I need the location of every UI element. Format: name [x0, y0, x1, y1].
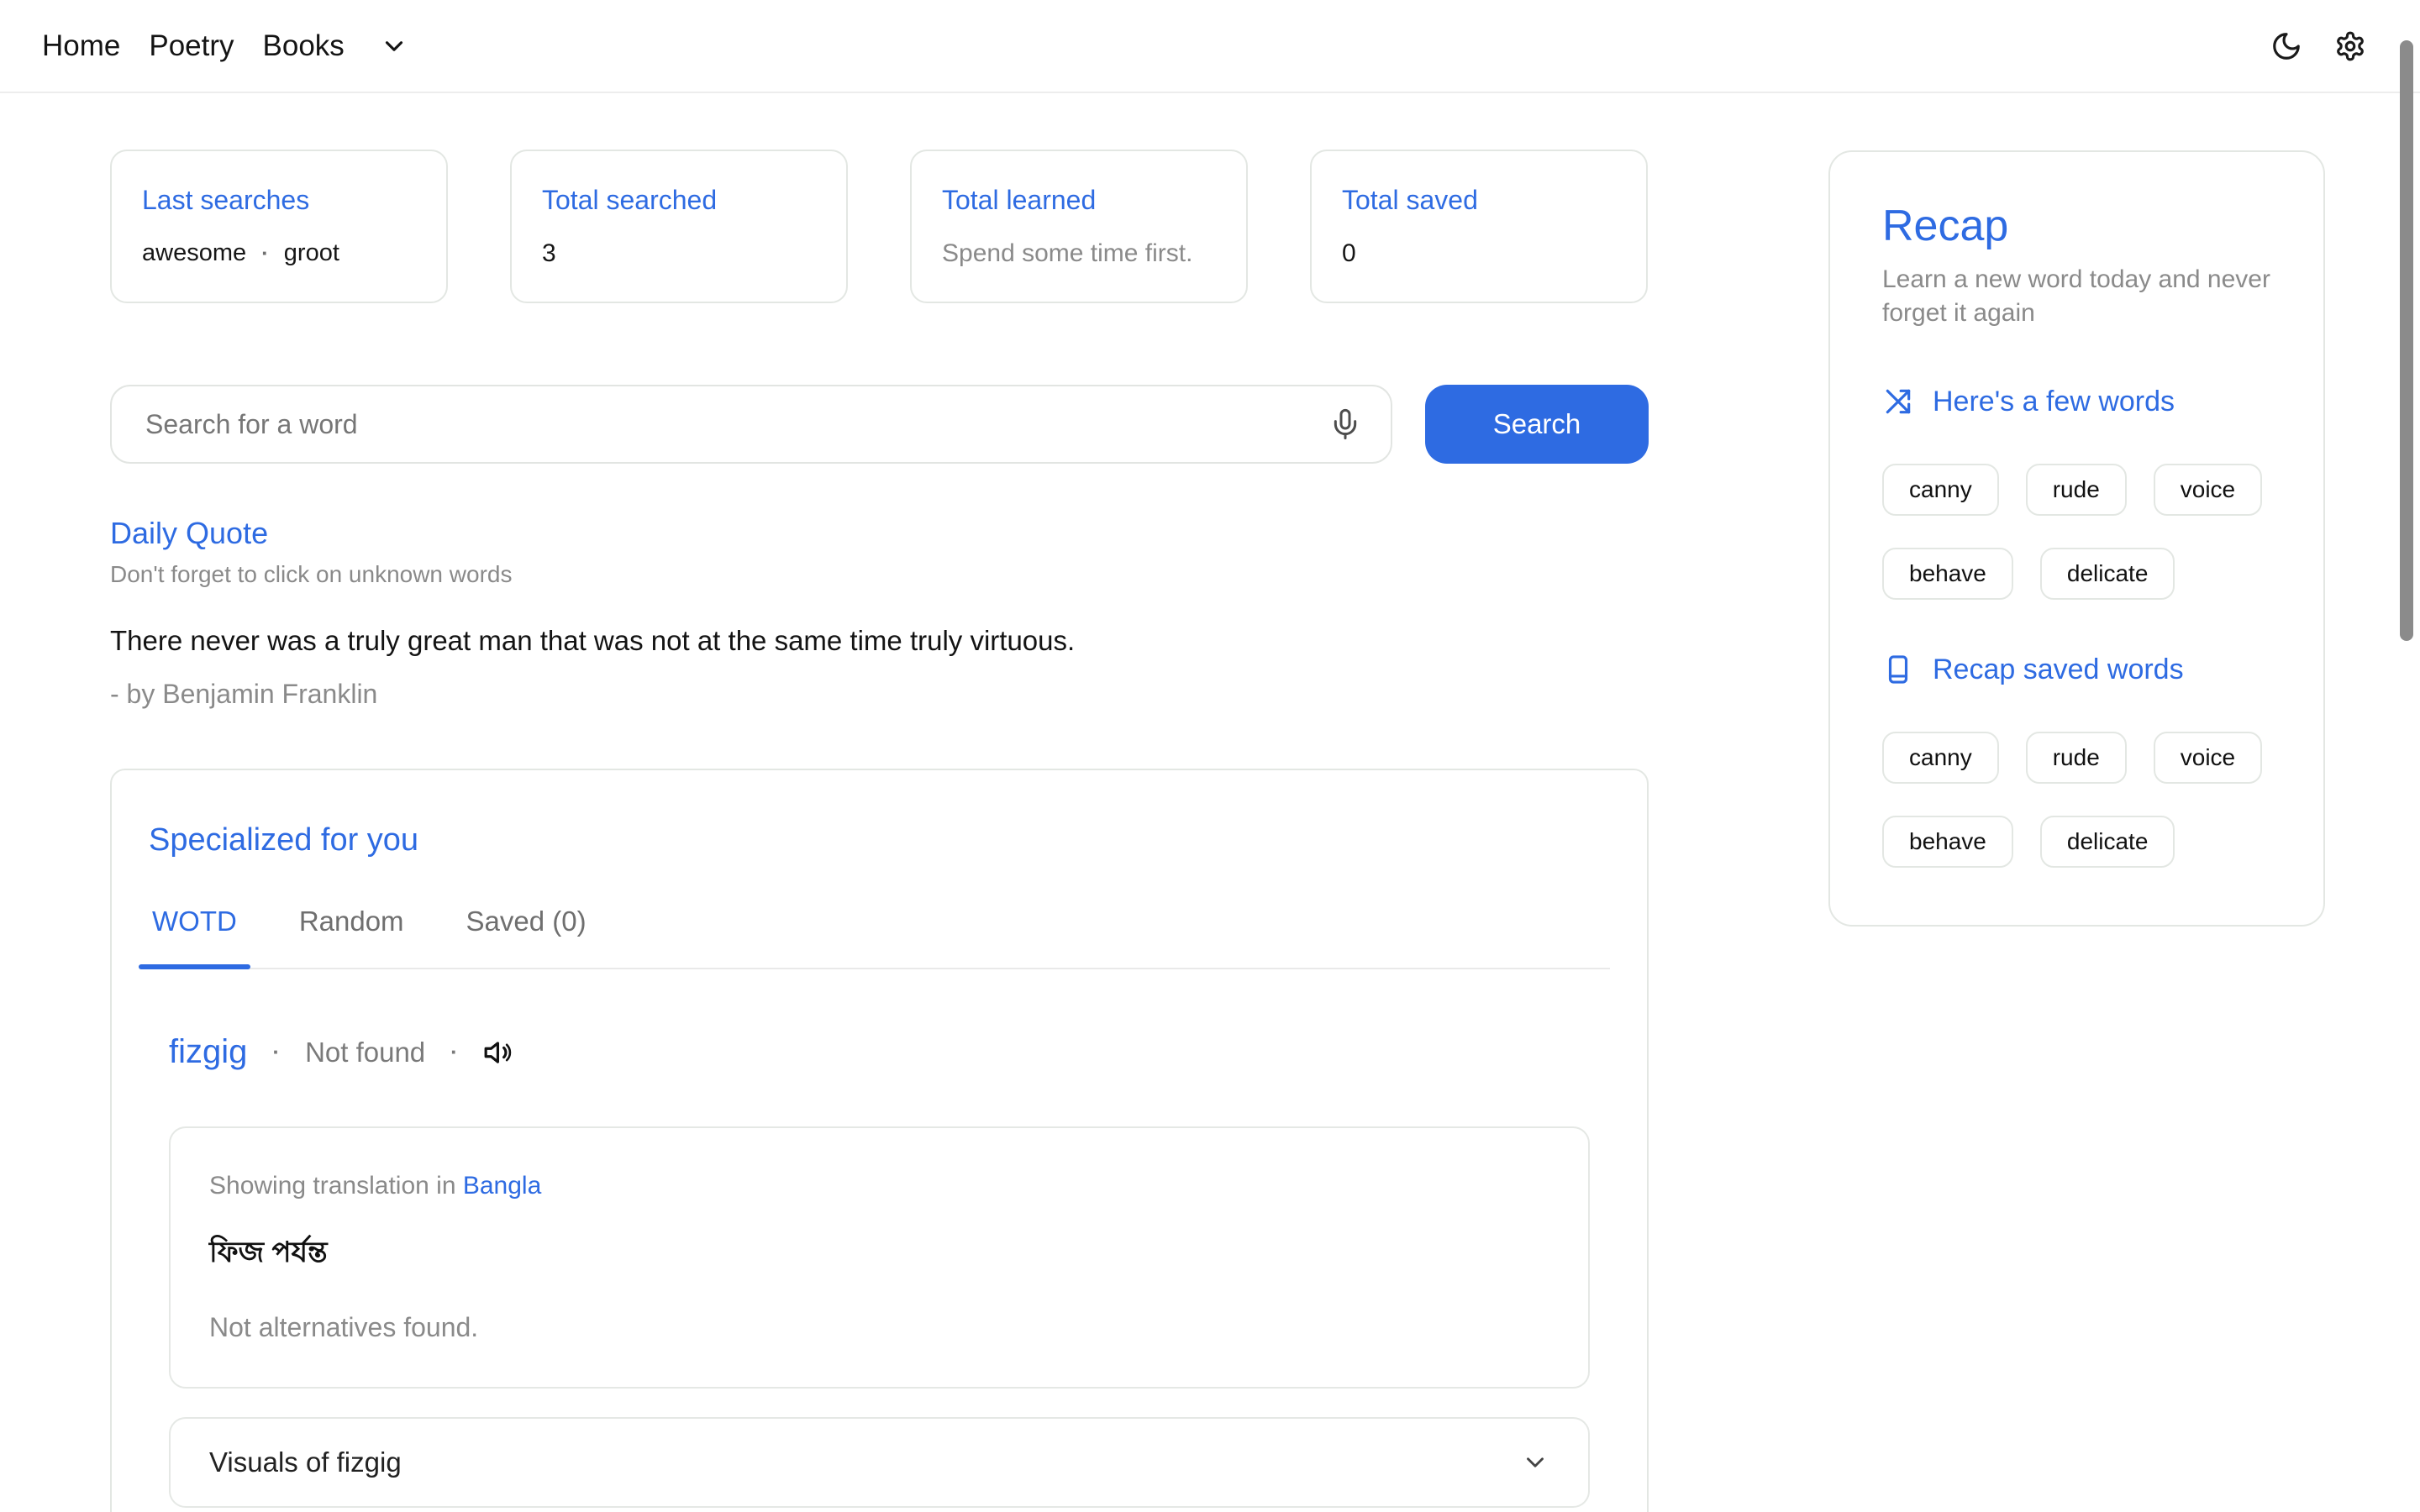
last-search-word[interactable]: awesome	[142, 239, 246, 267]
tab-random[interactable]: Random	[299, 906, 404, 968]
stat-title: Total searched	[542, 185, 816, 216]
nav-item-poetry[interactable]: Poetry	[149, 29, 234, 63]
stat-title: Total learned	[942, 185, 1216, 216]
top-navigation-bar: Home Poetry Books	[0, 0, 2420, 93]
saved-words-chips: canny rude voice behave delicate	[1882, 732, 2273, 868]
word-title[interactable]: fizgig	[169, 1033, 247, 1071]
quote-author: - by Benjamin Franklin	[110, 679, 1649, 710]
word-header-row: fizgig · Not found ·	[169, 1033, 1590, 1071]
word-chip[interactable]: behave	[1882, 816, 2013, 868]
main-content: Last searches awesome · groot Total sear…	[110, 94, 1649, 1512]
translated-word: ফিজ পর্যন্ত	[209, 1231, 1549, 1278]
mic-icon[interactable]	[1328, 407, 1362, 441]
recap-panel: Recap Learn a new word today and never f…	[1828, 150, 2325, 927]
recap-title: Recap	[1882, 201, 2273, 251]
tab-saved[interactable]: Saved (0)	[466, 906, 587, 968]
stat-value: 3	[542, 239, 816, 268]
page-scrollbar[interactable]	[2400, 40, 2413, 641]
specialized-card: Specialized for you WOTD Random Saved (0…	[110, 769, 1649, 1512]
daily-quote-title: Daily Quote	[110, 516, 1649, 551]
visuals-accordion[interactable]: Visuals of fizgig	[169, 1417, 1590, 1508]
main-nav: Home Poetry Books	[42, 29, 408, 63]
dot-separator: ·	[450, 1039, 458, 1065]
stat-card-total-learned: Total learned Spend some time first.	[910, 150, 1248, 303]
stat-value: Spend some time first.	[942, 239, 1216, 268]
stat-card-last-searches: Last searches awesome · groot	[110, 150, 448, 303]
heres-a-few-words-label: Here's a few words	[1933, 386, 2175, 418]
word-chip[interactable]: behave	[1882, 548, 2013, 600]
word-chip[interactable]: delicate	[2040, 816, 2175, 868]
stat-title: Total saved	[1342, 185, 1616, 216]
shuffle-icon	[1882, 386, 1914, 417]
search-row: Search	[110, 385, 1649, 464]
nav-item-home[interactable]: Home	[42, 29, 120, 63]
translation-box: Showing translation in Bangla ফিজ পর্যন্…	[169, 1126, 1590, 1389]
last-search-word[interactable]: groot	[284, 239, 339, 267]
word-chip[interactable]: canny	[1882, 464, 1999, 516]
word-chip[interactable]: canny	[1882, 732, 1999, 784]
translation-language-link[interactable]: Bangla	[463, 1172, 541, 1200]
heres-a-few-words-link[interactable]: Here's a few words	[1882, 386, 2273, 418]
specialized-title: Specialized for you	[149, 822, 1610, 858]
stat-card-total-saved: Total saved 0	[1310, 150, 1648, 303]
tab-bar: WOTD Random Saved (0)	[149, 906, 1610, 969]
word-chip[interactable]: rude	[2026, 464, 2127, 516]
stat-title: Last searches	[142, 185, 416, 216]
word-chip[interactable]: voice	[2154, 732, 2262, 784]
word-chip[interactable]: rude	[2026, 732, 2127, 784]
quote-text[interactable]: There never was a truly great man that w…	[110, 625, 1649, 657]
search-input[interactable]	[110, 385, 1392, 464]
recap-saved-words-label: Recap saved words	[1933, 654, 2184, 686]
stats-row: Last searches awesome · groot Total sear…	[110, 150, 1649, 303]
daily-quote-subtitle: Don't forget to click on unknown words	[110, 561, 1649, 588]
recap-subtitle: Learn a new word today and never forget …	[1882, 263, 2273, 330]
moon-icon[interactable]	[2270, 30, 2302, 62]
recap-saved-words-link[interactable]: Recap saved words	[1882, 654, 2273, 686]
stat-card-total-searched: Total searched 3	[510, 150, 848, 303]
word-chip[interactable]: voice	[2154, 464, 2262, 516]
visuals-label: Visuals of fizgig	[209, 1446, 402, 1478]
gear-icon[interactable]	[2334, 30, 2366, 62]
alternatives-status: Not alternatives found.	[209, 1312, 1549, 1343]
word-status: Not found	[305, 1037, 425, 1068]
dot-separator: ·	[272, 1039, 280, 1065]
few-words-chips: canny rude voice behave delicate	[1882, 464, 2273, 600]
search-button[interactable]: Search	[1425, 385, 1649, 464]
daily-quote-section: Daily Quote Don't forget to click on unk…	[110, 516, 1649, 710]
translation-prefix: Showing translation in	[209, 1172, 456, 1200]
nav-item-books[interactable]: Books	[263, 29, 345, 63]
speaker-icon[interactable]	[483, 1037, 515, 1068]
nav-chevron-down-icon[interactable]	[380, 32, 408, 60]
word-chip[interactable]: delicate	[2040, 548, 2175, 600]
word-separator: ·	[261, 240, 269, 266]
chevron-down-icon[interactable]	[1521, 1448, 1549, 1477]
book-icon	[1882, 654, 1914, 685]
tab-wotd[interactable]: WOTD	[152, 906, 237, 968]
stat-value: 0	[1342, 239, 1616, 268]
